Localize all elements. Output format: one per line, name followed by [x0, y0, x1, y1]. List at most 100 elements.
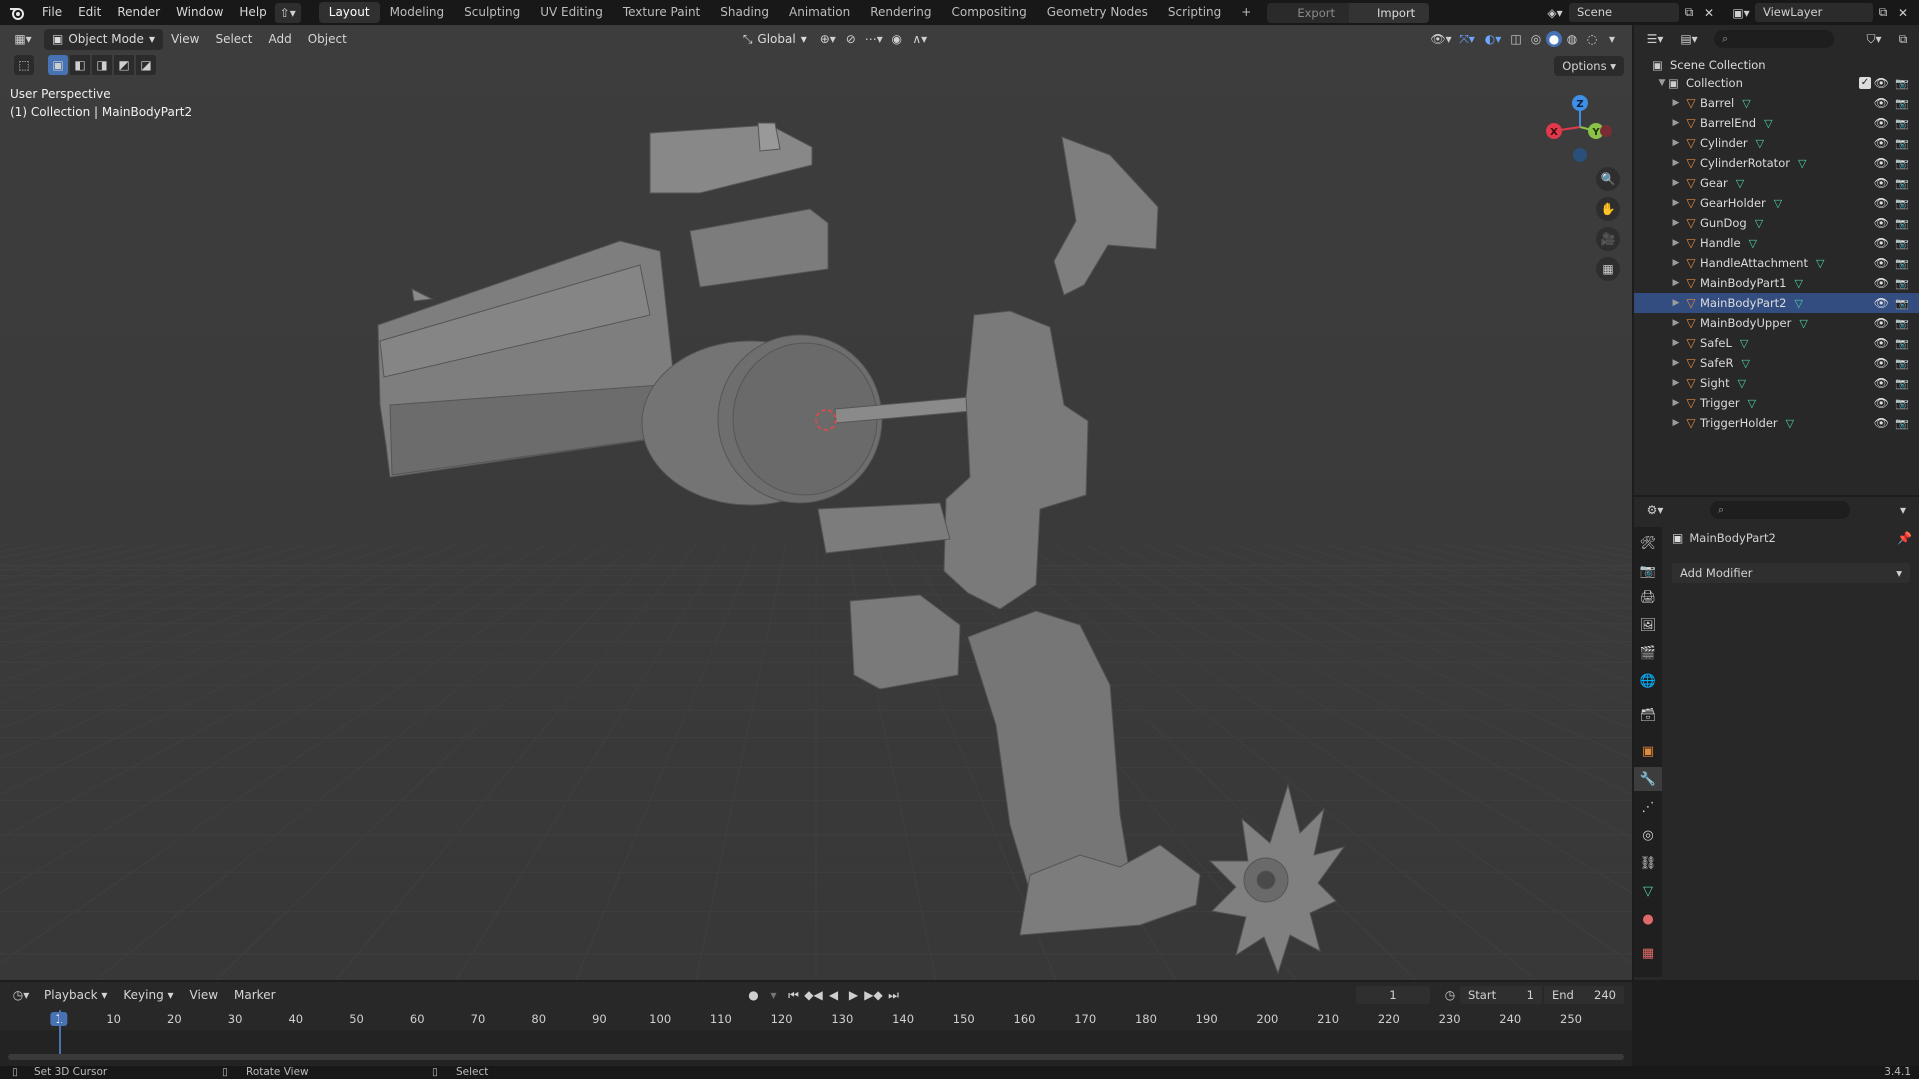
material-shading-icon[interactable]: ◍ — [1562, 29, 1582, 49]
menu-render[interactable]: Render — [109, 0, 168, 25]
expand-triangle-icon[interactable]: ▶ — [1670, 238, 1682, 248]
scene-field[interactable]: Scene — [1569, 3, 1679, 22]
view-layer-tab-icon[interactable]: 🖼 — [1634, 613, 1662, 637]
select-new-icon[interactable]: ▣ — [48, 55, 68, 75]
visibility-eye-icon[interactable]: 👁 — [1874, 256, 1889, 270]
outliner-object-row[interactable]: ▶ ▽ Gear ▽ 👁 📷 — [1634, 173, 1919, 193]
visibility-eye-icon[interactable]: 👁 — [1874, 316, 1889, 330]
visibility-eye-icon[interactable]: 👁 — [1874, 236, 1889, 250]
expand-triangle-icon[interactable]: ▶ — [1670, 198, 1682, 208]
camera-view-icon[interactable]: 🎥 — [1596, 227, 1620, 251]
render-camera-icon[interactable]: 📷 — [1895, 417, 1909, 430]
visibility-eye-icon[interactable]: 👁 — [1874, 276, 1889, 290]
select-intersect-icon[interactable]: ◪ — [136, 55, 156, 75]
mesh-data-icon[interactable]: ▽ — [1748, 397, 1756, 410]
render-camera-icon[interactable]: 📷 — [1895, 377, 1909, 390]
properties-editor-icon[interactable]: ⚙▾ — [1640, 500, 1670, 520]
render-camera-icon[interactable]: 📷 — [1895, 117, 1909, 130]
play-icon[interactable]: ▶ — [844, 985, 864, 1005]
gizmo-toggle-icon[interactable]: ⤧▾ — [1454, 29, 1480, 49]
new-collection-icon[interactable]: ⧉ — [1893, 29, 1913, 49]
solid-shading-icon[interactable]: ● — [1546, 31, 1562, 47]
collection-row[interactable]: ▼ ▣ Collection ✓ 👁 📷 — [1634, 73, 1919, 93]
mesh-data-icon[interactable]: ▽ — [1764, 117, 1772, 130]
outliner-object-row[interactable]: ▶ ▽ GearHolder ▽ 👁 📷 — [1634, 193, 1919, 213]
mesh-data-icon[interactable]: ▽ — [1774, 197, 1782, 210]
tab-shading[interactable]: Shading — [710, 2, 779, 23]
tab-scripting[interactable]: Scripting — [1158, 2, 1231, 23]
outliner-object-row[interactable]: ▶ ▽ MainBodyUpper ▽ 👁 📷 — [1634, 313, 1919, 333]
play-reverse-icon[interactable]: ◀ — [824, 985, 844, 1005]
physics-tab-icon[interactable]: ◎ — [1634, 823, 1662, 847]
record-options-icon[interactable]: ▾ — [764, 985, 784, 1005]
render-camera-icon[interactable]: 📷 — [1895, 397, 1909, 410]
xray-icon[interactable]: ◫ — [1506, 29, 1526, 49]
import-button[interactable]: Import — [1349, 2, 1430, 23]
render-camera-icon[interactable]: 📷 — [1895, 157, 1909, 170]
jump-end-icon[interactable]: ⏭ — [884, 985, 904, 1005]
tab-animation[interactable]: Animation — [779, 2, 860, 23]
mesh-data-icon[interactable]: ▽ — [1749, 237, 1757, 250]
mesh-data-icon[interactable]: ▽ — [1738, 377, 1746, 390]
menu-view[interactable]: View — [163, 32, 207, 46]
export-button[interactable]: Export — [1267, 2, 1350, 23]
expand-triangle-icon[interactable]: ▼ — [1656, 78, 1668, 88]
snap-icon[interactable]: ⊘ — [841, 29, 861, 49]
mesh-data-icon[interactable]: ▽ — [1755, 217, 1763, 230]
outliner-object-row[interactable]: ▶ ▽ MainBodyPart2 ▽ 👁 📷 — [1634, 293, 1919, 313]
visibility-eye-icon[interactable]: 👁 — [1874, 176, 1889, 190]
snap-target-icon[interactable]: ⋯▾ — [861, 29, 887, 49]
overlay-toggle-icon[interactable]: ◐▾ — [1480, 29, 1506, 49]
expand-triangle-icon[interactable]: ▶ — [1670, 398, 1682, 408]
mesh-data-icon[interactable]: ▽ — [1741, 357, 1749, 370]
outliner-object-row[interactable]: ▶ ▽ MainBodyPart1 ▽ 👁 📷 — [1634, 273, 1919, 293]
viewlayer-field[interactable]: ViewLayer — [1755, 3, 1873, 22]
visibility-eye-icon[interactable]: 👁 — [1874, 356, 1889, 370]
blender-logo-icon[interactable] — [0, 0, 34, 25]
exclude-checkbox[interactable]: ✓ — [1859, 77, 1871, 89]
menu-edit[interactable]: Edit — [70, 0, 109, 25]
visibility-eye-icon[interactable]: 👁 — [1874, 196, 1889, 210]
visibility-eye-icon[interactable]: 👁 — [1874, 156, 1889, 170]
visibility-eye-icon[interactable]: 👁 — [1874, 116, 1889, 130]
menu-select[interactable]: Select — [207, 32, 260, 46]
outliner-editor-icon[interactable]: ☰▾ — [1640, 29, 1670, 49]
navigation-gizmo[interactable]: Z X Y — [1540, 87, 1620, 167]
scene-collection-row[interactable]: ▣ Scene Collection — [1634, 55, 1919, 75]
render-tab-icon[interactable]: 📷 — [1634, 559, 1662, 583]
zoom-icon[interactable]: 🔍 — [1596, 167, 1620, 191]
expand-triangle-icon[interactable]: ▶ — [1670, 118, 1682, 128]
scene-icon[interactable]: ◈▾ — [1545, 3, 1565, 23]
editor-type-icon[interactable]: ▦▾ — [8, 29, 38, 49]
new-viewlayer-icon[interactable]: ⧉ — [1873, 3, 1893, 23]
prev-keyframe-icon[interactable]: ◆◀ — [804, 985, 824, 1005]
properties-search-input[interactable]: ⌕ — [1710, 501, 1850, 519]
render-camera-icon[interactable]: 📷 — [1895, 217, 1909, 230]
display-mode-icon[interactable]: ▤▾ — [1674, 29, 1704, 49]
mode-dropdown[interactable]: ▣ Object Mode ▾ — [44, 28, 163, 50]
render-camera-icon[interactable]: 📷 — [1895, 77, 1909, 90]
visibility-eye-icon[interactable]: 👁 — [1874, 296, 1889, 310]
select-tool-icon[interactable]: ⬚ — [14, 55, 34, 75]
render-camera-icon[interactable]: 📷 — [1895, 337, 1909, 350]
expand-triangle-icon[interactable]: ▶ — [1670, 258, 1682, 268]
mesh-data-icon[interactable]: ▽ — [1795, 297, 1803, 310]
visibility-eye-icon[interactable]: 👁 — [1874, 376, 1889, 390]
select-subtract-icon[interactable]: ◨ — [92, 55, 112, 75]
render-camera-icon[interactable]: 📷 — [1895, 237, 1909, 250]
chevron-down-icon[interactable]: ▾ — [1893, 500, 1913, 520]
render-camera-icon[interactable]: 📷 — [1895, 277, 1909, 290]
menu-window[interactable]: Window — [168, 0, 231, 25]
render-camera-icon[interactable]: 📷 — [1895, 257, 1909, 270]
start-frame-field[interactable]: Start 1 — [1460, 986, 1542, 1004]
mesh-data-icon[interactable]: ▽ — [1736, 177, 1744, 190]
tool-tab-icon[interactable]: 🛠 — [1634, 531, 1662, 555]
modifier-tab-icon[interactable]: 🔧 — [1634, 767, 1662, 791]
expand-triangle-icon[interactable]: ▶ — [1670, 358, 1682, 368]
expand-triangle-icon[interactable]: ▶ — [1670, 318, 1682, 328]
add-modifier-dropdown[interactable]: Add Modifier ▾ — [1672, 563, 1910, 583]
tab-uv-editing[interactable]: UV Editing — [530, 2, 613, 23]
texture-tab-icon[interactable]: ▦ — [1634, 941, 1662, 965]
menu-object[interactable]: Object — [300, 32, 355, 46]
menu-file[interactable]: File — [34, 0, 70, 25]
